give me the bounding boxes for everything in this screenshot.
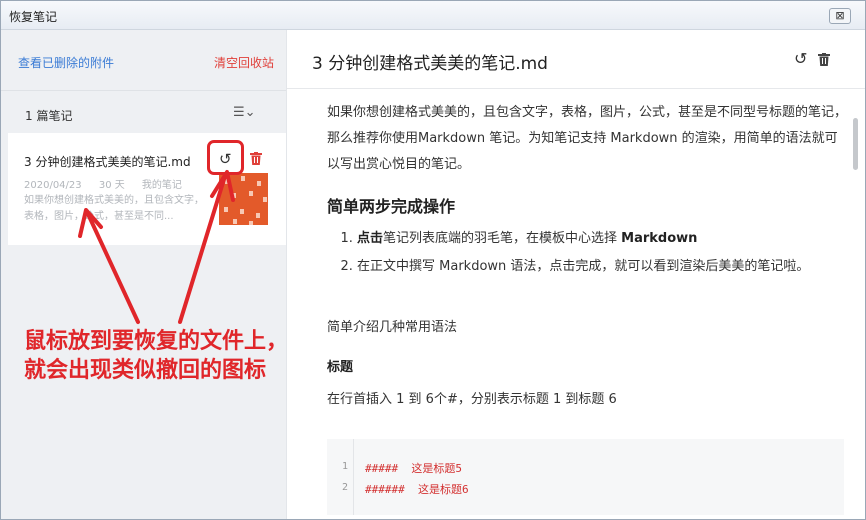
- list-item[interactable]: 3 分钟创建格式美美的笔记.md ↺ 2020/04/23 30 天 我的笔记 …: [8, 133, 286, 245]
- code-gutter: [327, 439, 354, 515]
- divider: [1, 90, 286, 91]
- trash-icon[interactable]: [818, 53, 830, 66]
- note-thumbnail: [219, 173, 268, 225]
- window-title: 恢复笔记: [9, 10, 58, 24]
- line-number: 2: [342, 482, 349, 493]
- sort-menu-icon[interactable]: ☰⌄: [233, 105, 256, 120]
- code-line: ###### 这是标题6: [365, 483, 469, 496]
- restore-highlight-box: [207, 140, 244, 175]
- section-heading: 简单两步完成操作: [327, 197, 456, 216]
- note-preview: 如果你想创建格式美美的，且包含文字，表格，图片，公式，甚至是不同...: [24, 195, 204, 222]
- heading-description: 在行首插入 1 到 6个#，分别表示标题 1 到标题 6: [327, 392, 617, 407]
- syntax-intro: 简单介绍几种常用语法: [327, 320, 458, 335]
- view-deleted-attachments-link[interactable]: 查看已删除的附件: [18, 54, 114, 71]
- restore-icon[interactable]: ↺: [794, 49, 807, 68]
- sub-heading: 标题: [327, 360, 354, 375]
- code-block: 1 ##### 这是标题5 2 ###### 这是标题6: [327, 439, 844, 515]
- code-line: ##### 这是标题5: [365, 462, 462, 475]
- list-item: 点击笔记列表底端的羽毛笔，在模板中心选择 Markdown: [357, 225, 857, 253]
- sidebar: 查看已删除的附件 清空回收站 1 篇笔记 ☰⌄ 3 分钟创建格式美美的笔记.md…: [1, 30, 287, 519]
- divider: [287, 88, 865, 89]
- page-title: 3 分钟创建格式美美的笔记.md: [312, 54, 548, 74]
- intro-paragraph: 如果你想创建格式美美的，且包含文字，表格，图片，公式，甚至是不同型号标题的笔记，…: [327, 105, 848, 172]
- note-title: 3 分钟创建格式美美的笔记.md: [24, 155, 191, 169]
- annotation-text: 鼠标放到要恢复的文件上，就会出现类似撤回的图标: [24, 328, 289, 383]
- restore-notes-window: 恢复笔记 ⊠ 查看已删除的附件 清空回收站 1 篇笔记 ☰⌄ 3 分钟创建格式美…: [0, 0, 866, 520]
- note-count: 1 篇笔记: [25, 109, 73, 123]
- empty-trash-link[interactable]: 清空回收站: [214, 54, 274, 71]
- note-preview-pane: 3 分钟创建格式美美的笔记.md ↺ 如果你想创建格式美美的，且包含文字，表格，…: [287, 30, 865, 519]
- line-number: 1: [342, 461, 349, 472]
- title-bar: 恢复笔记 ⊠: [1, 1, 865, 30]
- note-date: 2020/04/23: [24, 180, 82, 191]
- scrollbar[interactable]: [853, 118, 858, 170]
- steps-list: 点击笔记列表底端的羽毛笔，在模板中心选择 Markdown 在正文中撰写 Mar…: [339, 225, 857, 281]
- trash-icon[interactable]: [250, 152, 262, 165]
- list-item: 在正文中撰写 Markdown 语法，点击完成，就可以看到渲染后美美的笔记啦。: [357, 253, 857, 281]
- note-days: 30 天: [98, 180, 125, 191]
- close-button[interactable]: ⊠: [829, 8, 851, 24]
- note-meta: 2020/04/23 30 天 我的笔记: [24, 176, 196, 191]
- note-folder: 我的笔记: [141, 180, 182, 191]
